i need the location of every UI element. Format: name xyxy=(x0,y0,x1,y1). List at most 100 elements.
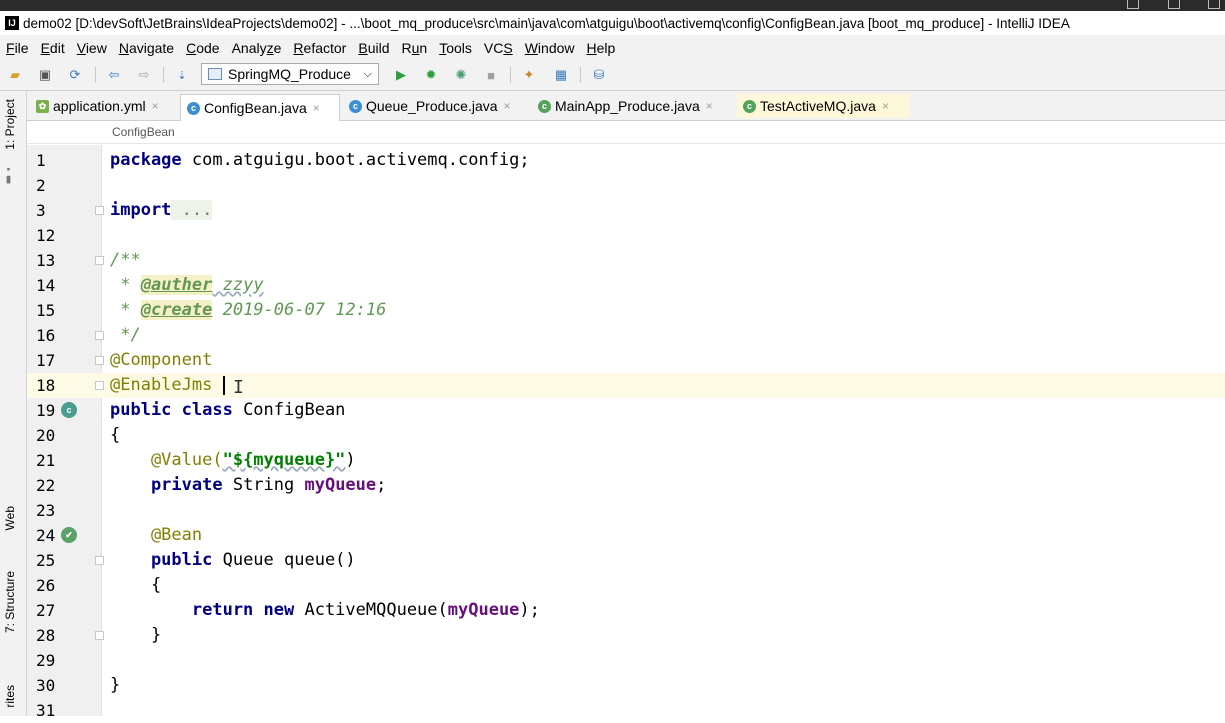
menu-item[interactable]: View xyxy=(71,40,113,56)
keyword: return new xyxy=(110,600,295,620)
line-number: 22 xyxy=(36,476,56,495)
line-number: 31 xyxy=(36,701,56,720)
structure-tool-tab[interactable]: 7: Structure xyxy=(3,571,17,633)
menu-item[interactable]: Build xyxy=(352,40,395,56)
save-icon[interactable]: ▣ xyxy=(36,66,54,84)
stop-icon[interactable]: ■ xyxy=(482,66,500,84)
code-text: ActiveMQQueue( xyxy=(294,600,448,620)
line-number: 20 xyxy=(36,426,56,445)
run-configuration-select[interactable]: SpringMQ_Produce ⌵ xyxy=(201,63,379,85)
sdk-manager-icon[interactable]: ▦ xyxy=(552,66,570,84)
field-name: myQueue xyxy=(304,475,377,495)
fold-marker[interactable] xyxy=(95,631,104,640)
build-project-icon[interactable]: ⇣ xyxy=(173,66,191,84)
spring-bean-method-icon[interactable]: ✔ xyxy=(61,527,77,543)
fold-marker[interactable] xyxy=(95,206,104,215)
line-number: 25 xyxy=(36,551,56,570)
spring-bean-icon[interactable]: c xyxy=(61,402,77,418)
doc-text: * xyxy=(110,275,141,295)
fold-marker[interactable] xyxy=(95,256,104,265)
line-number: 21 xyxy=(36,451,56,470)
tab-application-yml[interactable]: ✿ application.yml × xyxy=(30,94,177,118)
i-beam-cursor-icon: I xyxy=(233,377,244,398)
menu-item[interactable]: Help xyxy=(581,40,622,56)
menu-item[interactable]: Code xyxy=(180,40,225,56)
maximize-icon[interactable] xyxy=(1208,0,1220,9)
line-number: 15 xyxy=(36,301,56,320)
folded-imports[interactable]: ... xyxy=(171,200,213,220)
tab-testactivemq[interactable]: c TestActiveMQ.java × xyxy=(737,94,909,118)
line-number: 30 xyxy=(36,676,56,695)
menu-item[interactable]: Analyze xyxy=(226,40,288,56)
tab-queue-produce[interactable]: c Queue_Produce.java × xyxy=(343,94,523,118)
close-icon[interactable]: × xyxy=(706,99,713,113)
breadcrumb-class[interactable]: ConfigBean xyxy=(112,125,175,139)
back-icon[interactable]: ⇦ xyxy=(105,66,123,84)
fold-marker[interactable] xyxy=(95,381,104,390)
code-text: ); xyxy=(519,600,540,620)
coverage-icon[interactable]: ✺ xyxy=(452,66,470,84)
tab-mainapp-produce[interactable]: c MainApp_Produce.java × xyxy=(532,94,729,118)
menu-item[interactable]: Refactor xyxy=(287,40,352,56)
text-caret xyxy=(223,376,225,395)
fold-marker[interactable] xyxy=(95,356,104,365)
menu-item[interactable]: Edit xyxy=(35,40,71,56)
open-folder-icon[interactable]: ▰ xyxy=(6,66,24,84)
tab-configbean[interactable]: c ConfigBean.java × xyxy=(180,94,340,121)
code-text: String xyxy=(222,475,305,495)
menu-item[interactable]: Navigate xyxy=(113,40,180,56)
code-text: ConfigBean xyxy=(232,400,346,420)
close-icon[interactable]: × xyxy=(882,99,889,113)
code-editor[interactable] xyxy=(102,145,1225,716)
line-number: 16 xyxy=(36,326,56,345)
close-icon[interactable]: × xyxy=(152,99,159,113)
web-tool-tab[interactable]: Web xyxy=(3,506,17,530)
menu-item[interactable]: Run xyxy=(396,40,434,56)
tab-label: ConfigBean.java xyxy=(204,100,307,116)
annotation: @Value( xyxy=(110,450,223,470)
minimize-icon[interactable] xyxy=(1168,0,1180,9)
test-class-icon: c xyxy=(743,99,756,113)
debug-icon[interactable]: ✹ xyxy=(422,66,440,84)
menu-bar: File Edit View Navigate Code Analyze Refactor B… xyxy=(0,35,1225,60)
close-icon[interactable]: × xyxy=(504,99,511,113)
main-toolbar: ▰ ▣ ⟳ ⇦ ⇨ ⇣ ▶ ✹ ✺ ■ ✦ ▦ ⛁ xyxy=(0,60,1225,91)
toolbar-separator xyxy=(95,67,96,83)
code-line: private String myQueue; xyxy=(110,473,386,498)
line-number: 28 xyxy=(36,626,56,645)
code-line: package com.atguigu.boot.activemq.config… xyxy=(110,148,530,173)
vcs-icon[interactable]: ⛁ xyxy=(590,66,608,84)
menu-item[interactable]: Window xyxy=(519,40,581,56)
keyword: private xyxy=(110,475,223,495)
editor-tabs: ✿ application.yml × c ConfigBean.java × … xyxy=(27,91,1225,121)
menu-item[interactable]: File xyxy=(0,40,35,56)
line-number: 13 xyxy=(36,251,56,270)
doc-text: 2019-06-07 12:16 xyxy=(212,300,387,320)
toolbar-separator xyxy=(510,67,511,83)
code-line: public class ConfigBean xyxy=(110,398,345,423)
project-structure-icon[interactable]: ✦ xyxy=(520,66,538,84)
close-icon[interactable]: × xyxy=(313,101,320,115)
title-bar: IJ demo02 [D:\devSoft\JetBrains\IdeaProj… xyxy=(0,11,1225,35)
doc-tag: @auther xyxy=(140,275,213,295)
menu-item[interactable]: VCS xyxy=(478,40,519,56)
menu-item[interactable]: Tools xyxy=(433,40,478,56)
fold-marker[interactable] xyxy=(95,556,104,565)
run-icon[interactable]: ▶ xyxy=(392,66,410,84)
sync-icon[interactable]: ⟳ xyxy=(66,66,84,84)
favorites-tool-tab[interactable]: rites xyxy=(3,685,17,708)
code-text: ; xyxy=(376,475,387,495)
pin-icon[interactable] xyxy=(1127,0,1139,9)
code-line: { xyxy=(110,575,162,595)
fold-marker[interactable] xyxy=(95,331,104,340)
forward-icon[interactable]: ⇨ xyxy=(135,66,153,84)
doc-text: zzyy xyxy=(212,275,264,295)
window-title: demo02 [D:\devSoft\JetBrains\IdeaProject… xyxy=(23,15,1070,31)
breadcrumb: ConfigBean xyxy=(27,121,1225,144)
doc-text: * xyxy=(110,300,141,320)
project-tool-tab[interactable]: 1: Project xyxy=(3,99,17,150)
keyword: import xyxy=(110,200,172,220)
java-class-icon: c xyxy=(349,99,362,113)
code-line: public Queue queue() xyxy=(110,548,356,573)
code-line: @EnableJms xyxy=(110,375,213,395)
